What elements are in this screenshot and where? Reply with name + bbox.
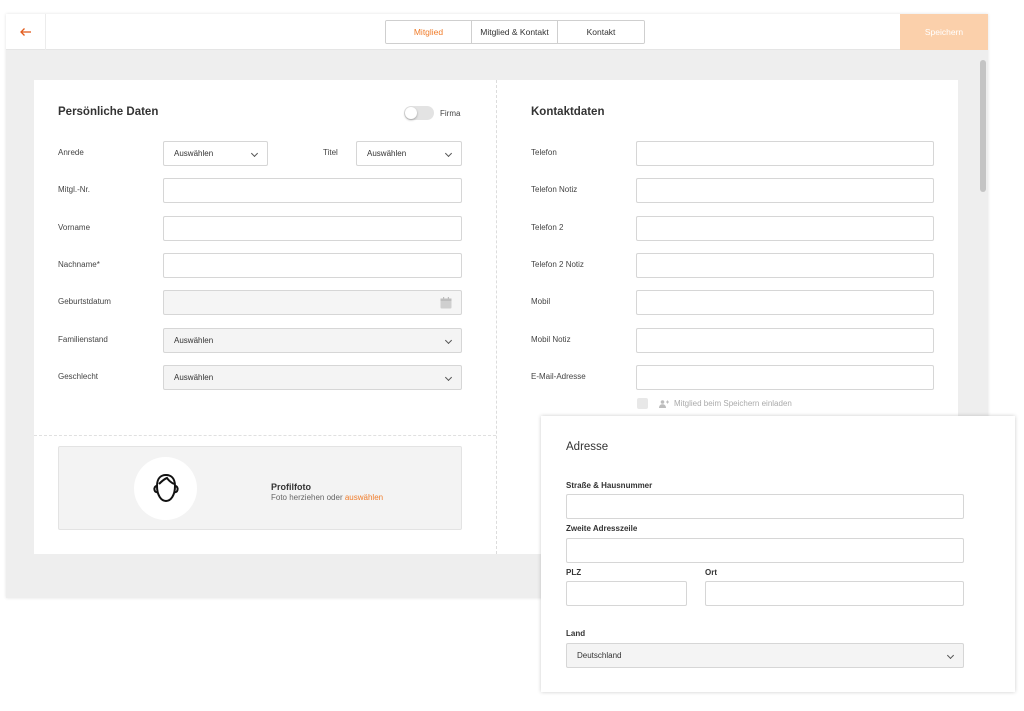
plz-input[interactable] xyxy=(566,581,687,606)
section-divider xyxy=(34,435,496,436)
anrede-value: Auswählen xyxy=(174,149,214,158)
titel-select[interactable]: Auswählen xyxy=(356,141,462,166)
address-panel: Adresse Straße & Hausnummer Zweite Adres… xyxy=(541,416,1015,692)
save-button[interactable]: Speichern xyxy=(900,14,988,50)
mobil-label: Mobil xyxy=(531,297,551,306)
column-divider xyxy=(496,80,497,554)
invite-option: Mitglied beim Speichern einladen xyxy=(637,398,792,409)
contact-data-title: Kontaktdaten xyxy=(531,106,605,118)
photo-select-link[interactable]: auswählen xyxy=(345,493,383,502)
chevron-down-icon xyxy=(250,149,259,158)
chevron-down-icon xyxy=(946,651,955,660)
telefon2-input[interactable] xyxy=(636,216,934,241)
arrow-left-icon xyxy=(19,28,31,36)
familienstand-select[interactable]: Auswählen xyxy=(163,328,462,353)
tab-mitglied[interactable]: Mitglied xyxy=(386,21,472,43)
familienstand-value: Auswählen xyxy=(174,336,214,345)
titel-value: Auswählen xyxy=(367,149,407,158)
ort-input[interactable] xyxy=(705,581,964,606)
telefon-notiz-input[interactable] xyxy=(636,178,934,203)
telefon2-notiz-input[interactable] xyxy=(636,253,934,278)
mitglnr-label: Mitgl.-Nr. xyxy=(58,185,90,194)
photo-title: Profilfoto xyxy=(271,482,311,492)
land-select[interactable]: Deutschland xyxy=(566,643,964,668)
view-tabs: Mitglied Mitglied & Kontakt Kontakt xyxy=(385,20,645,44)
telefon-label: Telefon xyxy=(531,148,557,157)
photo-hint: Foto herziehen oder auswählen xyxy=(271,493,383,502)
nachname-input[interactable] xyxy=(163,253,462,278)
telefon-input[interactable] xyxy=(636,141,934,166)
photo-hint-text: Foto herziehen oder xyxy=(271,493,343,502)
invite-label: Mitglied beim Speichern einladen xyxy=(674,399,792,408)
user-plus-icon xyxy=(659,399,669,408)
tab-kontakt[interactable]: Kontakt xyxy=(558,21,644,43)
vorname-input[interactable] xyxy=(163,216,462,241)
tab-mitglied-kontakt[interactable]: Mitglied & Kontakt xyxy=(472,21,558,43)
telefon2-label: Telefon 2 xyxy=(531,223,564,232)
top-bar: Mitglied Mitglied & Kontakt Kontakt Spei… xyxy=(6,14,988,50)
calendar-icon[interactable] xyxy=(440,297,452,309)
anrede-select[interactable]: Auswählen xyxy=(163,141,268,166)
land-label: Land xyxy=(566,629,586,638)
geschlecht-select[interactable]: Auswählen xyxy=(163,365,462,390)
back-button[interactable] xyxy=(6,14,46,50)
firma-toggle[interactable] xyxy=(404,106,434,120)
chevron-down-icon xyxy=(444,149,453,158)
chevron-down-icon xyxy=(444,336,453,345)
mitglnr-input[interactable] xyxy=(163,178,462,203)
telefon-notiz-label: Telefon Notiz xyxy=(531,185,578,194)
street-input[interactable] xyxy=(566,494,964,519)
firma-label: Firma xyxy=(440,109,461,118)
plz-label: PLZ xyxy=(566,568,582,577)
mobil-notiz-label: Mobil Notiz xyxy=(531,335,571,344)
familienstand-label: Familienstand xyxy=(58,335,108,344)
personal-data-title: Persönliche Daten xyxy=(58,106,159,118)
nachname-label: Nachname* xyxy=(58,260,100,269)
invite-checkbox[interactable] xyxy=(637,398,648,409)
geburtsdatum-label: Geburtstdatum xyxy=(58,297,111,306)
geburtsdatum-input[interactable] xyxy=(163,290,462,315)
mobil-notiz-input[interactable] xyxy=(636,328,934,353)
land-value: Deutschland xyxy=(577,651,622,660)
anrede-label: Anrede xyxy=(58,148,84,157)
geschlecht-label: Geschlecht xyxy=(58,372,99,381)
geschlecht-value: Auswählen xyxy=(174,373,214,382)
street-label: Straße & Hausnummer xyxy=(566,481,653,490)
line2-input[interactable] xyxy=(566,538,964,563)
mobil-input[interactable] xyxy=(636,290,934,315)
chevron-down-icon xyxy=(444,373,453,382)
profile-photo-dropzone[interactable]: Profilfoto Foto herziehen oder auswählen xyxy=(58,446,462,530)
email-label: E-Mail-Adresse xyxy=(531,372,586,381)
titel-label: Titel xyxy=(323,148,338,157)
vorname-label: Vorname xyxy=(58,223,91,232)
user-avatar-icon xyxy=(152,473,179,502)
telefon2-notiz-label: Telefon 2 Notiz xyxy=(531,260,584,269)
email-input[interactable] xyxy=(636,365,934,390)
line2-label: Zweite Adresszeile xyxy=(566,524,638,533)
ort-label: Ort xyxy=(705,568,717,577)
toggle-knob xyxy=(405,107,417,119)
scrollbar[interactable] xyxy=(980,60,986,192)
address-title: Adresse xyxy=(566,441,609,453)
avatar[interactable] xyxy=(134,457,197,520)
